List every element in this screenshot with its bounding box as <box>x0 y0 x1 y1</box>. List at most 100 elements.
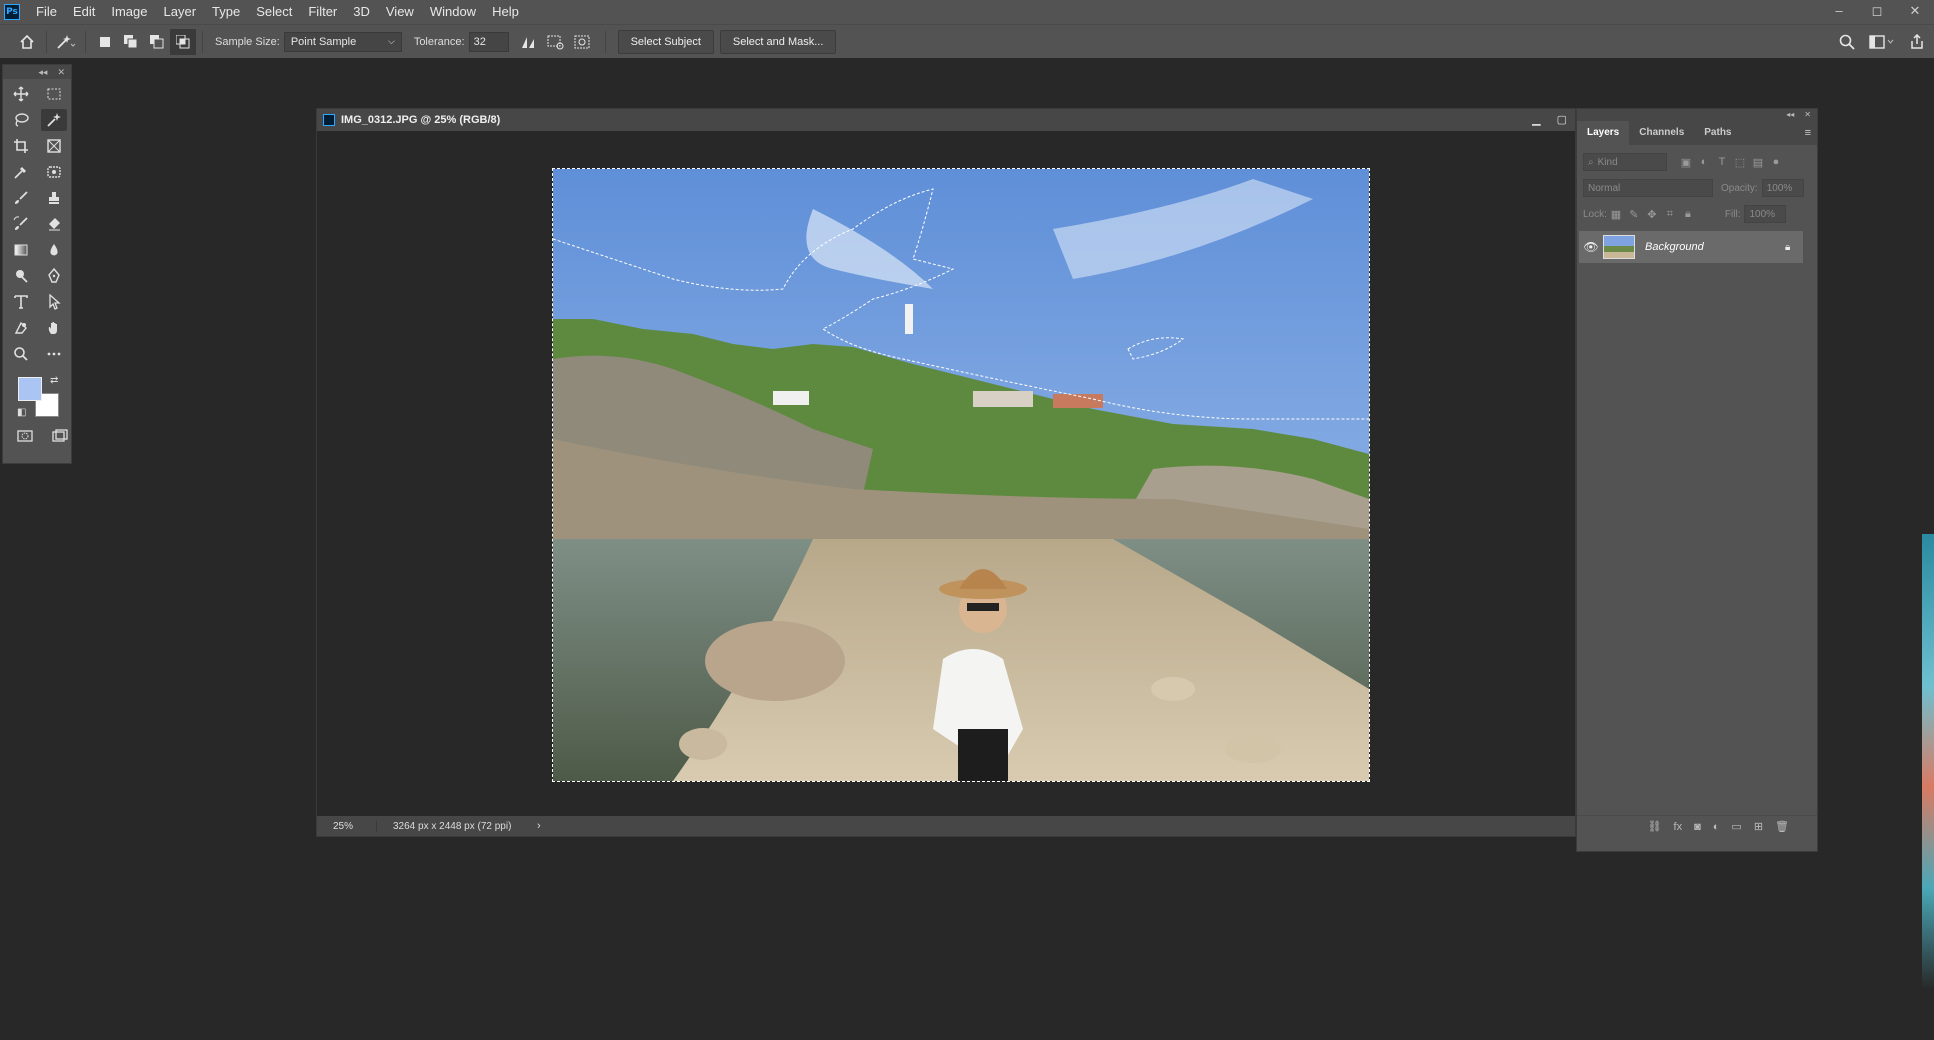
hand-tool[interactable] <box>41 317 67 339</box>
default-colors-icon[interactable]: ◧ <box>17 407 26 418</box>
magic-wand-tool[interactable] <box>41 109 67 131</box>
layer-row-background[interactable]: 👁︎ Background 🔒︎ <box>1579 231 1803 263</box>
close-panel-icon[interactable]: ✕ <box>1804 110 1811 119</box>
lock-artboard-icon[interactable]: ⌗ <box>1661 208 1679 221</box>
pen-tool[interactable] <box>41 265 67 287</box>
anti-alias-toggle[interactable] <box>517 29 543 55</box>
subtract-from-selection-button[interactable] <box>144 29 170 55</box>
photo-canvas[interactable] <box>552 168 1370 782</box>
restore-window-button[interactable]: ◻ <box>1858 0 1896 24</box>
menu-image[interactable]: Image <box>103 0 155 24</box>
search-button[interactable] <box>1834 29 1860 55</box>
minimize-window-button[interactable]: – <box>1820 0 1858 24</box>
new-layer-icon[interactable]: ⊞ <box>1754 820 1763 833</box>
eye-visibility-icon[interactable]: 👁︎ <box>1579 240 1603 254</box>
trash-icon[interactable]: 🗑︎ <box>1775 820 1789 833</box>
document-tab[interactable]: IMG_0312.JPG @ 25% (RGB/8) ▁ ▢ <box>317 109 1575 131</box>
menu-3d[interactable]: 3D <box>345 0 378 24</box>
collapse-icon[interactable]: ◂◂ <box>38 67 47 78</box>
type-filter-icon[interactable]: T <box>1713 156 1731 168</box>
menu-view[interactable]: View <box>378 0 422 24</box>
opacity-input[interactable]: 100% <box>1761 179 1804 197</box>
add-to-selection-button[interactable] <box>118 29 144 55</box>
contiguous-toggle[interactable] <box>543 29 569 55</box>
sample-all-layers-toggle[interactable] <box>569 29 595 55</box>
smart-object-filter-icon[interactable]: ▤ <box>1749 156 1767 169</box>
adjustment-filter-icon[interactable]: ◐ <box>1695 156 1713 168</box>
add-mask-icon[interactable]: ◙ <box>1694 821 1701 833</box>
kind-filter-select[interactable]: ⌕ Kind <box>1583 153 1667 171</box>
brush-tool[interactable] <box>8 187 34 209</box>
move-tool[interactable] <box>8 83 34 105</box>
gradient-tool[interactable] <box>8 239 34 261</box>
fill-input[interactable]: 100% <box>1744 205 1787 223</box>
lock-position-icon[interactable]: ✥ <box>1643 208 1661 221</box>
zoom-level[interactable]: 25% <box>317 820 377 832</box>
screen-mode-tool[interactable] <box>48 425 71 447</box>
blur-tool[interactable] <box>41 239 67 261</box>
type-tool[interactable] <box>8 291 34 313</box>
patch-tool[interactable] <box>41 161 67 183</box>
quick-mask-tool[interactable] <box>13 425 36 447</box>
menu-filter[interactable]: Filter <box>300 0 345 24</box>
maximize-icon[interactable]: ▢ <box>1557 113 1567 126</box>
history-brush-tool[interactable] <box>8 213 34 235</box>
blend-mode-select[interactable]: Normal <box>1583 179 1713 197</box>
lock-all-icon[interactable]: 🔒︎ <box>1679 208 1697 221</box>
select-and-mask-button[interactable]: Select and Mask... <box>719 29 837 54</box>
swap-colors-icon[interactable]: ⇄ <box>50 375 58 386</box>
blend-row: Normal Opacity: 100% <box>1577 175 1817 201</box>
menu-layer[interactable]: Layer <box>156 0 205 24</box>
lock-transparent-icon[interactable]: ▦ <box>1607 208 1625 221</box>
link-layers-icon[interactable]: ⛓ <box>1648 820 1662 833</box>
eyedropper-tool[interactable] <box>8 161 34 183</box>
collapse-panel-icon[interactable]: ◂◂ <box>1786 110 1794 119</box>
shape-filter-icon[interactable]: ⬚ <box>1731 156 1749 169</box>
menu-window[interactable]: Window <box>422 0 484 24</box>
eraser-tool[interactable] <box>41 213 67 235</box>
foreground-color-swatch[interactable] <box>18 377 42 401</box>
pixel-filter-icon[interactable]: ▣ <box>1677 156 1695 169</box>
frame-tool[interactable] <box>41 135 67 157</box>
new-selection-button[interactable] <box>92 29 118 55</box>
tool-preset-picker[interactable] <box>53 29 79 55</box>
fx-icon[interactable]: fx <box>1674 821 1683 833</box>
status-menu-arrow-icon[interactable]: › <box>537 820 541 832</box>
sample-all-layers-icon <box>574 35 590 48</box>
zoom-tool[interactable] <box>8 343 34 365</box>
menu-help[interactable]: Help <box>484 0 527 24</box>
tab-paths[interactable]: Paths <box>1694 121 1741 145</box>
home-button[interactable] <box>14 29 40 55</box>
intersect-selection-button[interactable] <box>170 28 196 55</box>
close-window-button[interactable]: ✕ <box>1896 0 1934 24</box>
canvas-area[interactable] <box>319 131 1575 817</box>
menu-file[interactable]: File <box>28 0 65 24</box>
lasso-tool[interactable] <box>8 109 34 131</box>
share-button[interactable] <box>1904 29 1930 55</box>
menu-edit[interactable]: Edit <box>65 0 103 24</box>
select-subject-button[interactable]: Select Subject <box>617 29 714 54</box>
tolerance-input[interactable]: 32 <box>468 31 509 52</box>
sample-size-select[interactable]: Point Sample ⌵ <box>283 31 402 52</box>
stamp-tool[interactable] <box>41 187 67 209</box>
filter-toggle-icon[interactable]: ● <box>1767 156 1785 168</box>
new-group-folder-icon[interactable]: ▭ <box>1731 820 1741 833</box>
path-select-tool[interactable] <box>41 291 67 313</box>
adjustment-layer-icon[interactable]: ◐ <box>1713 821 1720 833</box>
dodge-tool[interactable] <box>8 265 34 287</box>
marquee-tool[interactable] <box>41 83 67 105</box>
shape-tool[interactable] <box>8 317 34 339</box>
tab-layers[interactable]: Layers <box>1577 121 1630 145</box>
more-tools[interactable] <box>41 343 67 365</box>
workspace-switcher[interactable] <box>1864 29 1900 55</box>
close-icon[interactable]: ✕ <box>57 67 65 78</box>
tab-channels[interactable]: Channels <box>1629 121 1694 145</box>
blur-drop-icon <box>50 244 58 256</box>
lock-image-icon[interactable]: ✎ <box>1625 208 1643 221</box>
sample-size-label: Sample Size: <box>215 35 280 48</box>
menu-select[interactable]: Select <box>248 0 300 24</box>
crop-tool[interactable] <box>8 135 34 157</box>
panel-menu-icon[interactable]: ≡ <box>1805 127 1811 139</box>
minimize-icon[interactable]: ▁ <box>1532 113 1540 126</box>
menu-type[interactable]: Type <box>204 0 248 24</box>
